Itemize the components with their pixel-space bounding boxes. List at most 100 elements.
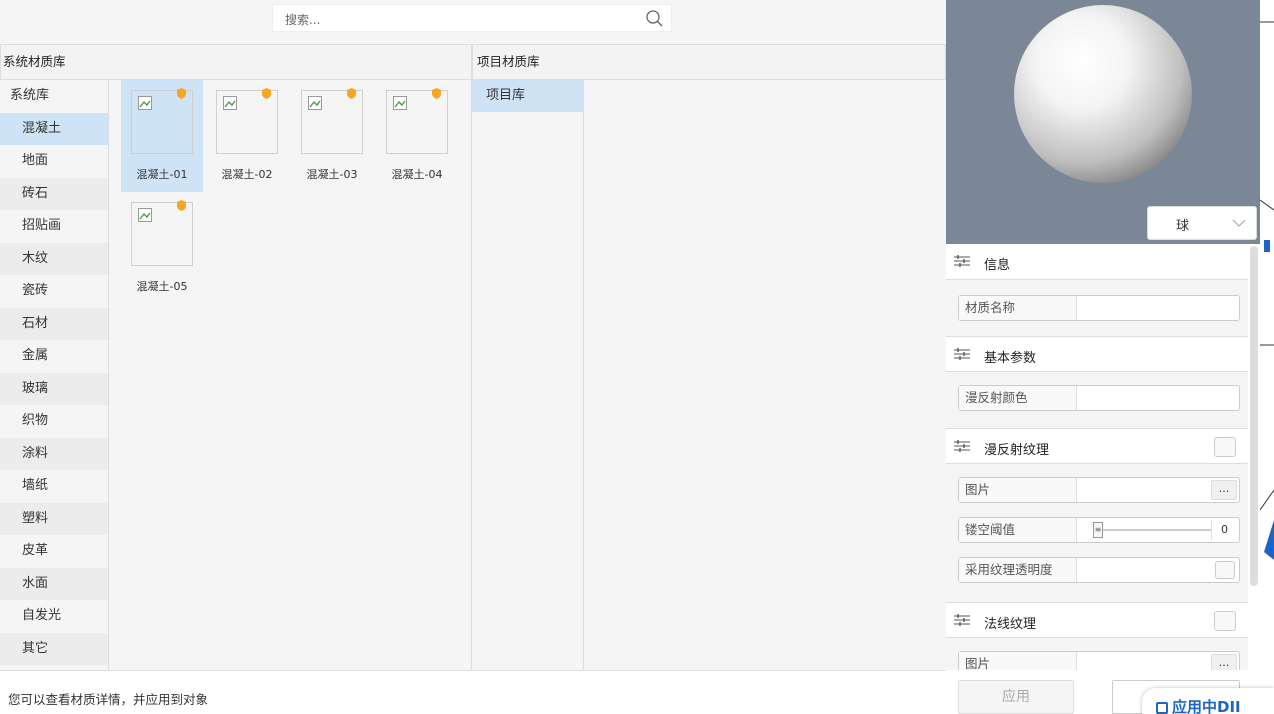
material-browser-window: 搜索... 系统材质库 项目材质库 系统库 混凝土 地面 砖石 招贴画 木纹 瓷… <box>0 0 1274 714</box>
broken-image-icon <box>308 96 322 110</box>
material-name-field[interactable]: 材质名称 <box>958 295 1240 321</box>
category-item[interactable]: 塑料 <box>0 502 108 535</box>
category-item[interactable]: 混凝土 <box>0 112 108 145</box>
category-item[interactable]: 金属 <box>0 340 108 373</box>
system-library-header: 系统材质库 <box>0 44 472 80</box>
shield-badge-icon <box>347 88 356 99</box>
section-normal-texture[interactable]: 法线纹理 <box>946 602 1248 638</box>
category-item[interactable]: 皮革 <box>0 535 108 568</box>
category-item[interactable]: 其它 <box>0 632 108 665</box>
category-item[interactable]: 招贴画 <box>0 210 108 243</box>
section-title: 漫反射纹理 <box>984 443 1050 458</box>
scrollbar-thumb[interactable] <box>1250 246 1258 586</box>
shield-badge-icon <box>432 88 441 99</box>
diffuse-texture-enable-checkbox[interactable] <box>1214 437 1236 457</box>
project-library-list: 项目库 <box>472 80 584 670</box>
category-item[interactable]: 石材 <box>0 307 108 340</box>
info-fields: 材质名称 <box>946 280 1248 336</box>
material-tile[interactable]: 混凝土-03 <box>291 80 373 192</box>
diffuse-image-field[interactable]: 图片 ... <box>958 477 1240 503</box>
material-thumbnail <box>131 88 193 154</box>
library-root-item[interactable]: 系统库 <box>0 80 108 113</box>
image-label: 图片 <box>959 478 1077 502</box>
material-thumbnail <box>131 200 193 266</box>
category-item[interactable]: 涂料 <box>0 437 108 470</box>
project-library-header: 项目材质库 <box>472 44 946 80</box>
project-material-grid <box>584 80 946 670</box>
project-library-item[interactable]: 项目库 <box>472 80 583 112</box>
image-label: 图片 <box>959 652 1077 670</box>
search-input[interactable]: 搜索... <box>285 11 320 28</box>
background-app-decoration <box>1260 21 1274 560</box>
section-basic-params[interactable]: 基本参数 <box>946 336 1248 372</box>
slider-track[interactable] <box>1103 529 1211 531</box>
shield-badge-icon <box>177 200 186 211</box>
normal-image-field[interactable]: 图片 ... <box>958 651 1240 670</box>
search-icon[interactable] <box>645 9 665 29</box>
category-item[interactable]: 织物 <box>0 405 108 438</box>
broken-image-icon <box>393 96 407 110</box>
category-item[interactable]: 木纹 <box>0 242 108 275</box>
normal-texture-enable-checkbox[interactable] <box>1214 611 1236 631</box>
material-tile[interactable]: 混凝土-05 <box>121 192 203 304</box>
slider-handle[interactable]: ≡ <box>1093 522 1103 538</box>
diffuse-color-field[interactable]: 漫反射颜色 <box>958 385 1240 411</box>
material-label: 混凝土-05 <box>136 280 188 293</box>
apply-button[interactable]: 应用 <box>958 680 1074 714</box>
basic-fields: 漫反射颜色 <box>946 372 1248 428</box>
material-properties-panel: 信息 材质名称 基本参数 漫反射颜色 漫反射纹理 图片 ... 镂空阈值 ≡ 0… <box>946 244 1248 670</box>
material-tile[interactable]: 混凝土-02 <box>206 80 288 192</box>
preview-shape-value: 球 <box>1176 219 1190 234</box>
use-texture-alpha-field: 采用纹理透明度 <box>958 557 1240 583</box>
use-texture-alpha-checkbox[interactable] <box>1215 561 1235 579</box>
section-diffuse-texture[interactable]: 漫反射纹理 <box>946 428 1248 464</box>
broken-image-icon <box>223 96 237 110</box>
material-label: 混凝土-01 <box>136 168 188 181</box>
background-app-edge <box>1260 0 1274 670</box>
cutout-threshold-label: 镂空阈值 <box>959 518 1077 542</box>
material-label: 混凝土-04 <box>391 168 443 181</box>
diffuse-color-label: 漫反射颜色 <box>959 386 1077 410</box>
cutout-threshold-field[interactable]: 镂空阈值 ≡ 0 <box>958 517 1240 543</box>
status-bar: 您可以查看材质详情，并应用到对象 <box>0 670 946 714</box>
use-texture-alpha-label: 采用纹理透明度 <box>959 558 1077 582</box>
category-item[interactable]: 砖石 <box>0 177 108 210</box>
material-name-label: 材质名称 <box>959 296 1077 320</box>
chevron-down-icon <box>1232 219 1246 227</box>
broken-image-icon <box>138 96 152 110</box>
browse-button[interactable]: ... <box>1211 480 1237 500</box>
status-hint: 您可以查看材质详情，并应用到对象 <box>8 692 209 707</box>
image-icon <box>1156 702 1168 714</box>
shield-badge-icon <box>262 88 271 99</box>
section-settings-icon <box>954 440 970 452</box>
material-tile[interactable]: 混凝土-04 <box>376 80 458 192</box>
material-label: 混凝土-03 <box>306 168 358 181</box>
material-grid: 混凝土-01 混凝土-02 混凝土-03 混凝土-04 混凝土-05 <box>109 80 472 670</box>
material-thumbnail <box>216 88 278 154</box>
preview-shape-select[interactable]: 球 <box>1147 206 1257 240</box>
cutout-threshold-value[interactable]: 0 <box>1211 520 1237 540</box>
apply-in-dialog-label: 应用中DII <box>1172 698 1241 714</box>
material-tile[interactable]: 混凝土-01 <box>121 80 203 192</box>
apply-in-dialog-button[interactable]: 应用中DII <box>1142 688 1274 714</box>
material-thumbnail <box>386 88 448 154</box>
category-item[interactable]: 墙纸 <box>0 470 108 503</box>
section-settings-icon <box>954 255 970 267</box>
section-title: 信息 <box>984 258 1011 273</box>
category-item[interactable]: 地面 <box>0 145 108 178</box>
shield-badge-icon <box>177 88 186 99</box>
category-item[interactable]: 瓷砖 <box>0 275 108 308</box>
search-box[interactable]: 搜索... <box>272 4 672 32</box>
category-list: 系统库 混凝土 地面 砖石 招贴画 木纹 瓷砖 石材 金属 玻璃 织物 涂料 墙… <box>0 80 109 670</box>
section-title: 法线纹理 <box>984 617 1037 632</box>
category-item[interactable]: 自发光 <box>0 600 108 633</box>
section-title: 基本参数 <box>984 351 1037 366</box>
browse-button[interactable]: ... <box>1211 654 1237 670</box>
category-item[interactable]: 水面 <box>0 567 108 600</box>
properties-scrollbar[interactable] <box>1248 244 1260 670</box>
material-thumbnail <box>301 88 363 154</box>
category-item[interactable]: 玻璃 <box>0 372 108 405</box>
section-info[interactable]: 信息 <box>946 244 1248 280</box>
diffuse-texture-fields: 图片 ... 镂空阈值 ≡ 0 采用纹理透明度 <box>946 464 1248 602</box>
section-settings-icon <box>954 614 970 626</box>
